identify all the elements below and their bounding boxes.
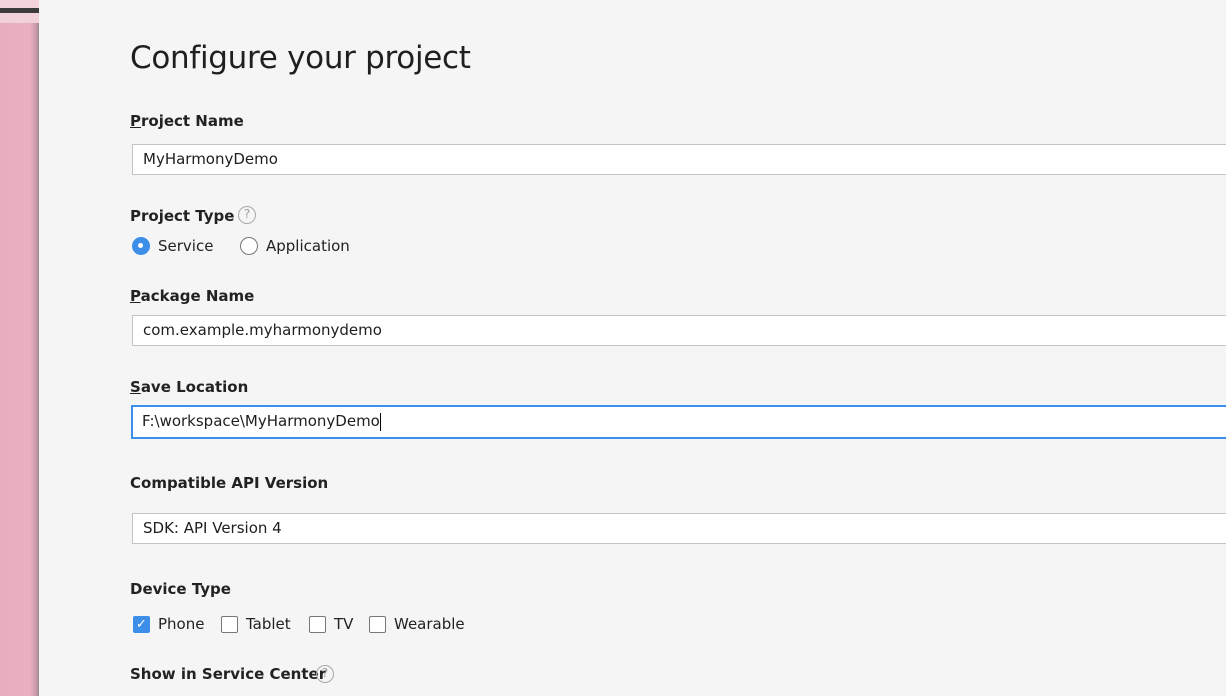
device-type-label: Device Type — [130, 580, 231, 598]
checkbox-empty-icon — [309, 615, 326, 633]
checkbox-label: Wearable — [394, 615, 465, 633]
radio-application[interactable]: Application — [240, 237, 350, 255]
checkbox-label: Tablet — [246, 615, 291, 633]
service-center-help-icon[interactable]: ? — [316, 665, 334, 683]
checkbox-phone[interactable]: ✓ Phone — [133, 615, 204, 633]
save-location-label: Save Location — [130, 378, 249, 396]
project-name-input[interactable]: MyHarmonyDemo — [132, 144, 1226, 175]
checkbox-label: Phone — [158, 615, 205, 633]
api-version-label: Compatible API Version — [130, 474, 329, 492]
project-name-label: Project Name — [130, 112, 244, 130]
service-center-label: Show in Service Center — [130, 665, 327, 683]
radio-selected-icon — [132, 237, 150, 255]
radio-unselected-icon — [240, 237, 258, 255]
package-name-label: Package Name — [130, 287, 255, 305]
radio-label: Service — [158, 237, 214, 255]
project-type-help-icon[interactable]: ? — [238, 206, 256, 224]
checkbox-tablet[interactable]: Tablet — [221, 615, 291, 633]
page-title: Configure your project — [130, 40, 471, 76]
text-caret — [379, 412, 381, 431]
package-name-input[interactable]: com.example.myharmonydemo — [132, 315, 1226, 346]
checkbox-tv[interactable]: TV — [309, 615, 353, 633]
checkbox-wearable[interactable]: Wearable — [369, 615, 465, 633]
checkbox-empty-icon — [221, 615, 238, 633]
api-version-select[interactable]: SDK: API Version 4 — [132, 513, 1226, 544]
checkbox-label: TV — [334, 615, 354, 633]
radio-service[interactable]: Service — [132, 237, 213, 255]
checkmark-icon: ✓ — [133, 615, 150, 633]
checkbox-empty-icon — [369, 615, 386, 633]
radio-label: Application — [266, 237, 350, 255]
save-location-value: F:\workspace\MyHarmonyDemo — [142, 412, 380, 430]
project-type-label: Project Type — [130, 207, 235, 225]
background-window-edge — [0, 0, 39, 696]
save-location-input[interactable]: F:\workspace\MyHarmonyDemo — [131, 405, 1226, 439]
